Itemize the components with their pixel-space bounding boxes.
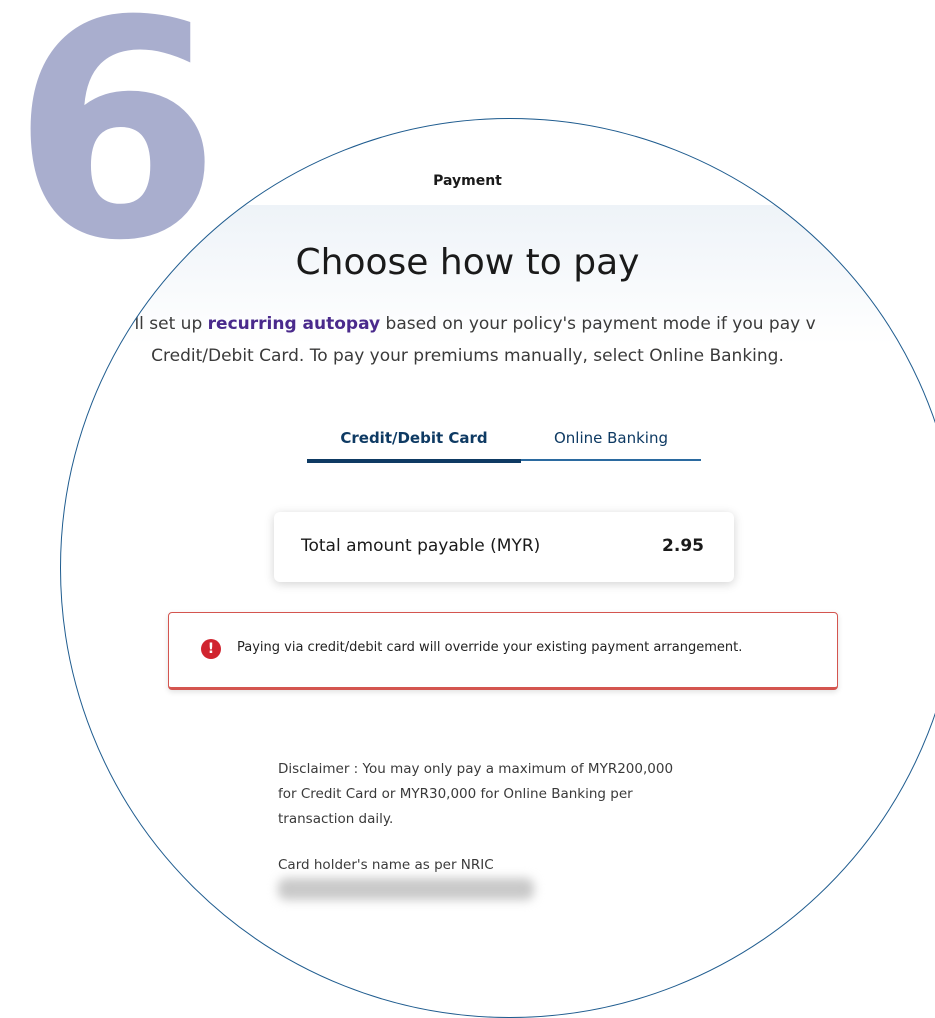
card-holder-name-field[interactable] bbox=[278, 878, 534, 900]
disclaimer-text: Disclaimer : You may only pay a maximum … bbox=[278, 757, 738, 832]
intro-suffix: based on your policy's payment mode if y… bbox=[380, 314, 816, 334]
tab-credit-debit-card[interactable]: Credit/Debit Card bbox=[307, 429, 521, 447]
override-warning-alert: ! Paying via credit/debit card will over… bbox=[168, 612, 838, 690]
page-title: Payment bbox=[433, 173, 502, 189]
payment-screen: Payment Choose how to pay e'll set up re… bbox=[60, 118, 935, 998]
exclamation-icon: ! bbox=[201, 639, 221, 659]
intro-line-1: e'll set up recurring autopay based on y… bbox=[60, 308, 935, 340]
tab-online-banking[interactable]: Online Banking bbox=[521, 429, 701, 447]
intro-prefix: e'll set up bbox=[119, 314, 208, 334]
payment-method-tabs: Credit/Debit Card Online Banking bbox=[307, 425, 701, 463]
disclaimer-line-1: Disclaimer : You may only pay a maximum … bbox=[278, 761, 674, 777]
disclaimer-line-2: for Credit Card or MYR30,000 for Online … bbox=[278, 786, 633, 802]
alert-message: Paying via credit/debit card will overri… bbox=[237, 640, 743, 655]
active-tab-indicator bbox=[307, 459, 521, 463]
card-holder-name-label: Card holder's name as per NRIC bbox=[278, 857, 494, 873]
autopay-intro-text: e'll set up recurring autopay based on y… bbox=[60, 308, 935, 372]
recurring-autopay-link[interactable]: recurring autopay bbox=[208, 314, 380, 334]
intro-line-2: Credit/Debit Card. To pay your premiums … bbox=[151, 346, 784, 366]
choose-payment-heading: Choose how to pay bbox=[295, 242, 640, 283]
total-amount-card: Total amount payable (MYR) 2.95 bbox=[274, 512, 734, 582]
total-amount-value: 2.95 bbox=[662, 536, 704, 556]
total-amount-label: Total amount payable (MYR) bbox=[301, 536, 541, 556]
disclaimer-line-3: transaction daily. bbox=[278, 811, 394, 827]
zoom-lens: Payment Choose how to pay e'll set up re… bbox=[60, 118, 935, 1018]
